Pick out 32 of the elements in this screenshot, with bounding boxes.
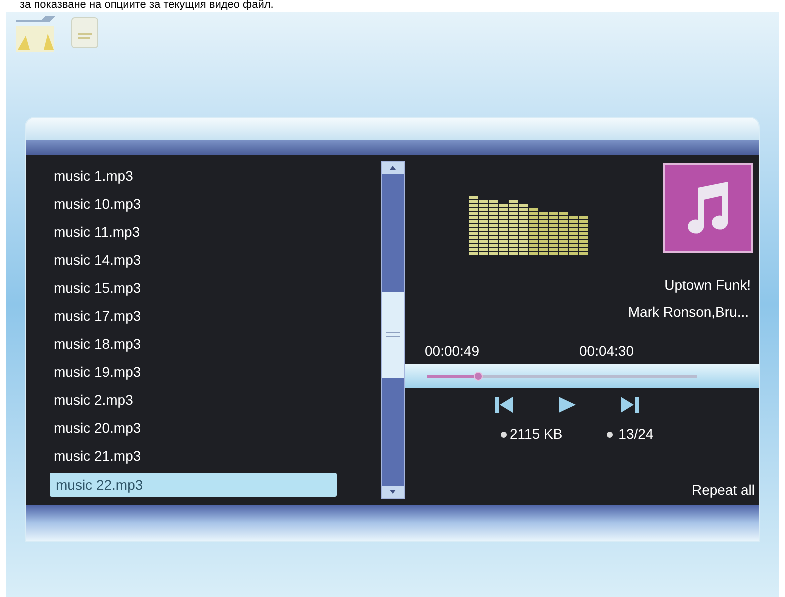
playlist-item[interactable]: music 17.mp3 <box>54 305 381 327</box>
repeat-mode[interactable]: Repeat all <box>405 480 759 505</box>
grip-icon <box>386 332 400 338</box>
playlist-item[interactable]: music 18.mp3 <box>54 333 381 355</box>
playlist-item[interactable]: music 20.mp3 <box>54 417 381 439</box>
playlist-item[interactable]: music 10.mp3 <box>54 193 381 215</box>
scrollbar-thumb[interactable] <box>382 292 404 378</box>
playlist-item[interactable]: music 22.mp3 <box>50 473 337 497</box>
play-icon[interactable] <box>557 396 577 414</box>
scrollbar[interactable] <box>381 161 405 499</box>
bullet-icon <box>606 432 613 438</box>
next-icon[interactable] <box>621 396 641 414</box>
track-title: Uptown Funk! <box>664 276 752 295</box>
previous-icon[interactable] <box>493 396 513 414</box>
playlist-item[interactable]: music 19.mp3 <box>54 361 381 383</box>
scroll-down-icon[interactable] <box>382 486 404 498</box>
playlist-item[interactable]: music 1.mp3 <box>54 165 381 187</box>
progress-track[interactable] <box>427 374 697 378</box>
playlist-item[interactable]: music 21.mp3 <box>54 445 381 467</box>
caption-text: за показване на опциите за текущия видео файл. <box>19 0 275 12</box>
track-position: 13/24 <box>618 425 654 444</box>
playlist-item[interactable]: music 11.mp3 <box>54 221 381 243</box>
track-artist: Mark Ronson,Bru... <box>627 303 750 322</box>
scroll-up-icon[interactable] <box>382 162 404 174</box>
file-size: 2115 KB <box>510 425 563 444</box>
bullet-icon <box>501 432 507 438</box>
playlist-item[interactable]: music 14.mp3 <box>54 249 381 271</box>
playlist-item[interactable]: music 2.mp3 <box>54 389 381 411</box>
playlist-item[interactable]: music 15.mp3 <box>54 277 381 299</box>
total-time: 00:04:30 <box>580 342 634 361</box>
elapsed-time: 00:00:49 <box>425 342 480 361</box>
progress-thumb[interactable] <box>474 372 484 380</box>
